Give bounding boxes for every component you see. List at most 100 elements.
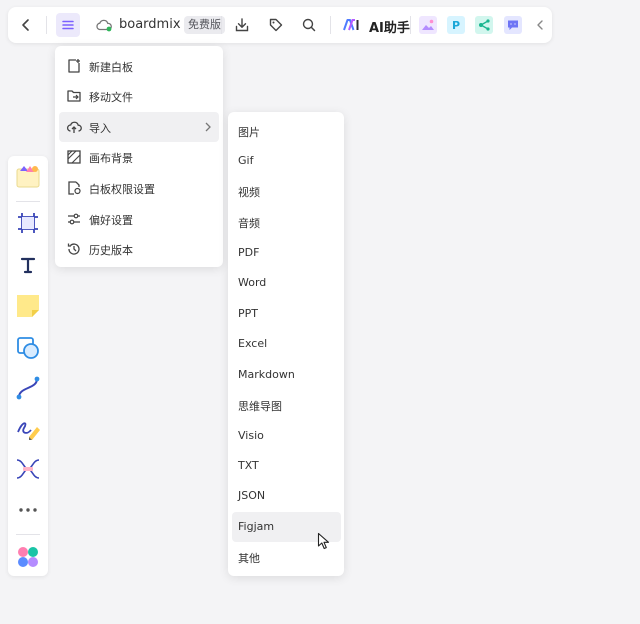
import-item-image[interactable]: 图片 [232,116,341,146]
main-menu-dropdown: 新建白板 移动文件 导入 画布背景 白板权限设置 偏好设置 历史版本 [55,46,223,267]
chevron-right-icon [205,122,211,132]
ai-logo-icon [343,19,359,31]
import-item-pdf[interactable]: PDF [232,238,341,268]
connector-icon [16,376,40,400]
menu-item-board-permissions[interactable]: 白板权限设置 [59,173,219,203]
import-item-audio[interactable]: 音频 [232,207,341,237]
new-board-icon [68,59,80,73]
back-icon [22,19,29,31]
import-item-label: JSON [238,489,266,502]
import-item-label: 图片 [238,126,260,139]
menu-item-label: 白板权限设置 [89,183,155,196]
text-icon [19,256,37,274]
import-item-label: PPT [238,307,258,320]
image-ai-app-icon [422,19,434,30]
import-item-label: 思维导图 [238,400,282,413]
p-app-button[interactable]: P [447,16,465,34]
import-item-label: Markdown [238,368,295,381]
cloud-sync-status[interactable] [92,13,116,37]
tool-more[interactable] [15,497,41,523]
menu-item-label: 历史版本 [89,244,133,257]
mindmap-icon [16,459,40,479]
more-icon [19,508,37,512]
tool-shape[interactable] [15,335,41,361]
import-item-label: Word [238,276,267,289]
tag-button[interactable] [264,13,288,37]
tool-template[interactable] [15,163,41,189]
import-item-label: 音频 [238,217,260,230]
menu-item-label: 移动文件 [89,91,133,104]
back-button[interactable] [14,13,38,37]
apps-icon [18,547,38,567]
menu-item-new-board[interactable]: 新建白板 [59,51,219,81]
import-item-txt[interactable]: TXT [232,451,341,481]
menu-item-canvas-background[interactable]: 画布背景 [59,142,219,172]
toolbar-divider [410,16,411,34]
tool-text[interactable] [15,252,41,278]
collapse-toolbar-button[interactable] [528,13,552,37]
tool-connector[interactable] [15,375,41,401]
import-item-video[interactable]: 视频 [232,176,341,206]
move-file-icon [67,90,81,102]
import-item-label: Visio [238,429,264,442]
import-item-label: Gif [238,154,254,167]
search-button[interactable] [297,13,321,37]
tag-icon [269,18,283,32]
import-item-markdown[interactable]: Markdown [232,360,341,390]
import-item-mindmap[interactable]: 思维导图 [232,390,341,420]
menu-icon [62,20,74,30]
left-toolbar [8,156,48,576]
history-icon [67,243,80,255]
import-item-ppt[interactable]: PPT [232,299,341,329]
menu-item-move-file[interactable]: 移动文件 [59,81,219,111]
menu-item-label: 新建白板 [89,61,133,74]
import-item-label: TXT [238,459,259,472]
tool-pen[interactable] [15,416,41,442]
search-icon [302,18,316,32]
import-item-json[interactable]: JSON [232,481,341,511]
toolbar-divider [16,534,40,535]
toolbar-divider [330,16,331,34]
menu-item-label: 偏好设置 [89,214,133,227]
download-button[interactable] [230,13,254,37]
import-item-label: PDF [238,246,260,259]
sticky-note-icon [17,295,39,317]
menu-item-label: 画布背景 [89,152,133,165]
ai-assistant-label[interactable]: AI助手 [369,17,410,36]
collapse-icon [537,20,543,30]
import-item-label: 视频 [238,186,260,199]
top-toolbar: boardmix 免费版 AI助手 P [8,7,552,43]
p-app-icon: P [451,18,461,32]
frame-icon [18,213,38,233]
mouse-pointer-icon [317,532,330,550]
chat-app-button[interactable] [504,16,522,34]
menu-item-history[interactable]: 历史版本 [59,234,219,264]
tool-frame[interactable] [15,210,41,236]
tool-mindmap[interactable] [15,456,41,482]
import-item-gif[interactable]: Gif [232,146,341,176]
menu-item-label: 导入 [89,122,111,135]
download-icon [235,18,249,32]
mindmap-app-button[interactable] [475,16,493,34]
menu-item-preferences[interactable]: 偏好设置 [59,204,219,234]
preferences-icon [68,213,80,225]
import-item-word[interactable]: Word [232,268,341,298]
tool-apps[interactable] [15,544,41,570]
ai-assistant-button[interactable] [340,13,364,37]
import-item-visio[interactable]: Visio [232,421,341,451]
template-icon [16,166,40,188]
pen-icon [17,422,40,440]
toolbar-divider [16,201,40,202]
import-item-excel[interactable]: Excel [232,329,341,359]
permission-icon [68,181,81,195]
shape-icon [17,337,39,359]
tool-sticky-note[interactable] [15,293,41,319]
import-item-label: Figjam [238,520,275,533]
import-submenu: 图片 Gif 视频 音频 PDF Word PPT Excel Markdown… [228,112,344,576]
mindmap-app-icon [479,19,490,31]
chat-app-icon [508,20,518,30]
main-menu-button[interactable] [56,13,80,37]
image-ai-app-button[interactable] [419,16,437,34]
file-name[interactable]: boardmix [119,17,181,32]
menu-item-import[interactable]: 导入 [59,112,219,142]
